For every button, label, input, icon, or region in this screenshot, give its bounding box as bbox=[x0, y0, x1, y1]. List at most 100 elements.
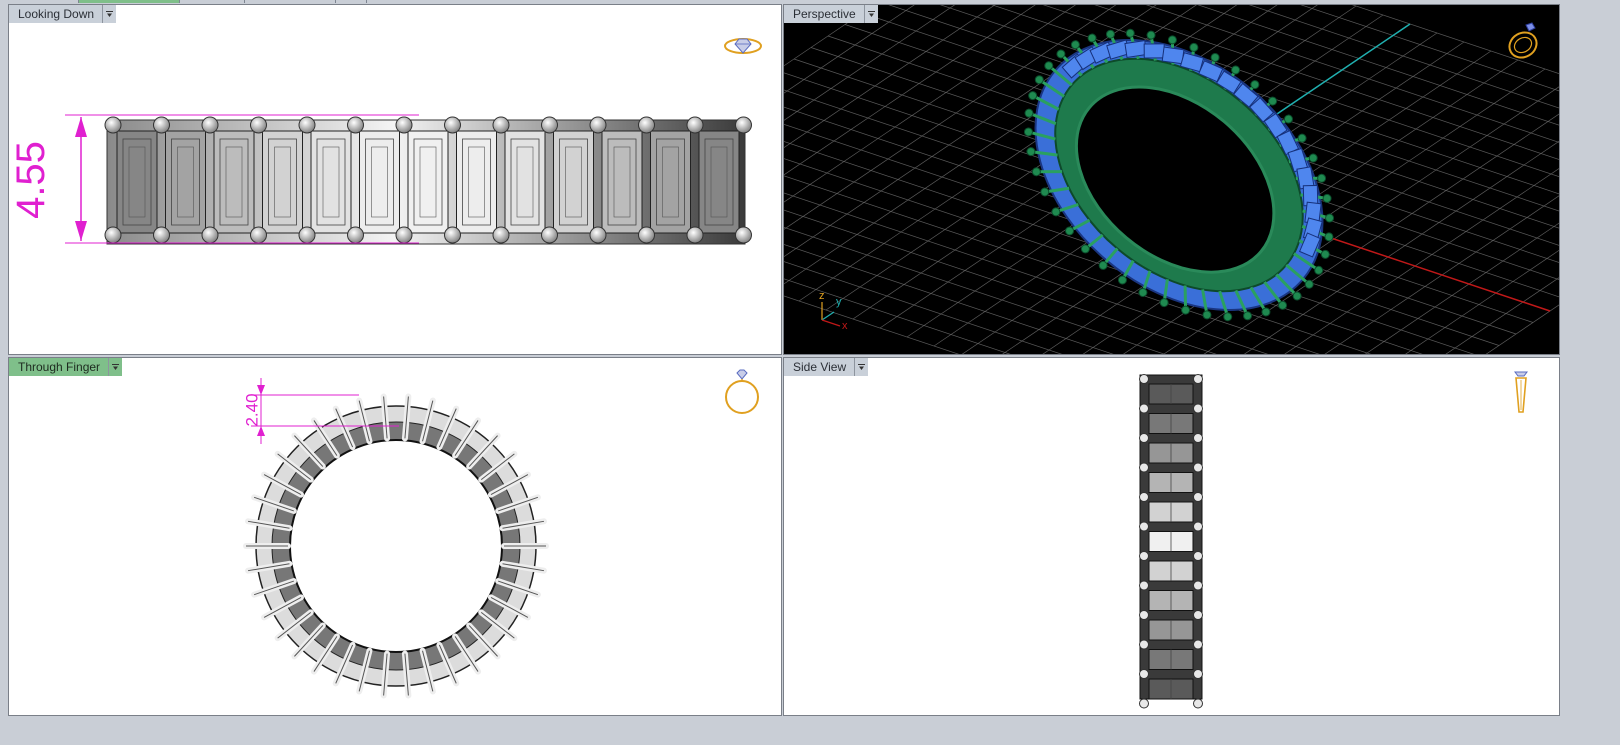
prong-top bbox=[735, 116, 752, 134]
prong-top bbox=[250, 116, 267, 134]
prong-top bbox=[201, 116, 219, 134]
prong-top bbox=[347, 116, 364, 134]
perspective-scene bbox=[784, 5, 1559, 354]
top-tab[interactable] bbox=[336, 0, 367, 3]
prong-top bbox=[541, 116, 558, 134]
prong-left bbox=[1139, 580, 1149, 591]
prong-right bbox=[1193, 374, 1203, 384]
prong-left bbox=[1139, 551, 1149, 561]
prong-tip bbox=[1167, 35, 1177, 45]
prong-tip bbox=[1322, 193, 1332, 203]
dropdown-arrow-icon[interactable] bbox=[109, 358, 123, 376]
prong-top bbox=[298, 116, 316, 134]
axis-label-y: y bbox=[836, 296, 842, 308]
dimension-arrow bbox=[257, 426, 265, 436]
blue-stone bbox=[1143, 43, 1165, 59]
prong-bottom bbox=[250, 226, 267, 244]
prong-bottom bbox=[589, 226, 607, 244]
prong-top bbox=[638, 116, 655, 134]
prong-tip bbox=[1024, 108, 1034, 118]
axis-label-z: z bbox=[819, 290, 825, 302]
prong-right bbox=[1193, 669, 1203, 679]
prong-left bbox=[1139, 433, 1149, 443]
prong-top bbox=[104, 116, 122, 134]
grid-line bbox=[784, 5, 915, 94]
prong-tip bbox=[1159, 298, 1169, 308]
prong-bottom bbox=[444, 226, 461, 244]
axis-label-x: x bbox=[842, 320, 848, 332]
prong-left bbox=[1139, 639, 1149, 650]
ring-inner bbox=[289, 439, 503, 653]
ring-front-view-icon bbox=[725, 369, 759, 414]
prong-left bbox=[1139, 669, 1149, 679]
prong-right bbox=[1193, 492, 1203, 502]
prong-top bbox=[492, 116, 510, 134]
prong-right bbox=[1193, 639, 1203, 650]
dropdown-arrow-icon[interactable] bbox=[864, 5, 878, 23]
top-tab-active[interactable] bbox=[79, 0, 180, 3]
prong-bottom bbox=[104, 226, 122, 244]
prong-bottom bbox=[541, 226, 558, 244]
viewport-label-side-view[interactable]: Side View bbox=[784, 358, 869, 376]
viewport-title: Side View bbox=[784, 358, 856, 376]
prong-bottom bbox=[492, 226, 510, 244]
grid-line bbox=[784, 5, 875, 67]
dimension-arrow bbox=[75, 117, 87, 137]
prong-tip bbox=[1181, 305, 1191, 315]
prong-tip bbox=[1028, 91, 1038, 101]
prong-right bbox=[1193, 610, 1203, 620]
prong-tip bbox=[1202, 310, 1212, 320]
axis-triad: z y x bbox=[814, 290, 854, 332]
ring-side-view-icon bbox=[1514, 371, 1528, 413]
prong-bottom bbox=[395, 226, 413, 244]
top-tab[interactable] bbox=[0, 0, 79, 3]
viewport-title: Through Finger bbox=[9, 358, 110, 376]
viewport-label-perspective[interactable]: Perspective bbox=[784, 5, 878, 23]
viewport-label-through-finger[interactable]: Through Finger bbox=[9, 358, 123, 376]
dropdown-arrow-icon[interactable] bbox=[855, 358, 869, 376]
prong-right bbox=[1193, 521, 1203, 532]
prong-right bbox=[1193, 433, 1203, 443]
ring-band-top-view bbox=[65, 114, 752, 245]
prong-tip bbox=[1324, 232, 1334, 242]
prong-right bbox=[1193, 403, 1203, 414]
viewport-title: Perspective bbox=[784, 5, 865, 23]
prong-tip bbox=[1320, 249, 1330, 259]
prong-tip bbox=[1223, 312, 1233, 322]
prong-bottom bbox=[153, 226, 170, 244]
prong-left bbox=[1139, 403, 1149, 414]
blue-stone bbox=[1161, 46, 1185, 65]
ring-side-view bbox=[1139, 374, 1203, 709]
prong-left bbox=[1139, 492, 1149, 502]
prong-tip bbox=[1189, 42, 1199, 52]
top-tab[interactable] bbox=[180, 0, 245, 3]
prong-left bbox=[1139, 521, 1149, 532]
prong-top bbox=[589, 116, 607, 134]
prong-right bbox=[1193, 462, 1203, 473]
prong-tip bbox=[1125, 28, 1135, 38]
prong-bottom bbox=[638, 226, 655, 244]
prong-right bbox=[1193, 580, 1203, 591]
prong-top bbox=[686, 116, 704, 134]
eternity-ring-3d bbox=[1023, 28, 1335, 322]
prong-tip bbox=[1026, 147, 1036, 157]
dropdown-arrow-icon[interactable] bbox=[103, 5, 117, 23]
prong-left bbox=[1139, 610, 1149, 620]
viewport-perspective[interactable]: Perspective z y x bbox=[783, 4, 1560, 355]
prong-tip bbox=[1040, 187, 1050, 197]
prong-left bbox=[1139, 374, 1149, 384]
viewport-side-view[interactable]: Side View bbox=[783, 357, 1560, 716]
prong-left bbox=[1139, 698, 1149, 709]
prong-bottom bbox=[201, 226, 219, 244]
viewport-through-finger[interactable]: Through Finger 2.40 bbox=[8, 357, 782, 716]
prong-top bbox=[395, 116, 413, 134]
ring-top-view-icon bbox=[724, 38, 762, 54]
prong-bottom bbox=[298, 226, 316, 244]
viewport-label-looking-down[interactable]: Looking Down bbox=[9, 5, 117, 23]
prong-top bbox=[444, 116, 461, 134]
prong-left bbox=[1139, 462, 1149, 473]
prong-right bbox=[1193, 698, 1203, 709]
prong-top bbox=[153, 116, 170, 134]
viewport-looking-down[interactable]: Looking Down 4.55 bbox=[8, 4, 782, 355]
top-tab[interactable] bbox=[245, 0, 336, 3]
